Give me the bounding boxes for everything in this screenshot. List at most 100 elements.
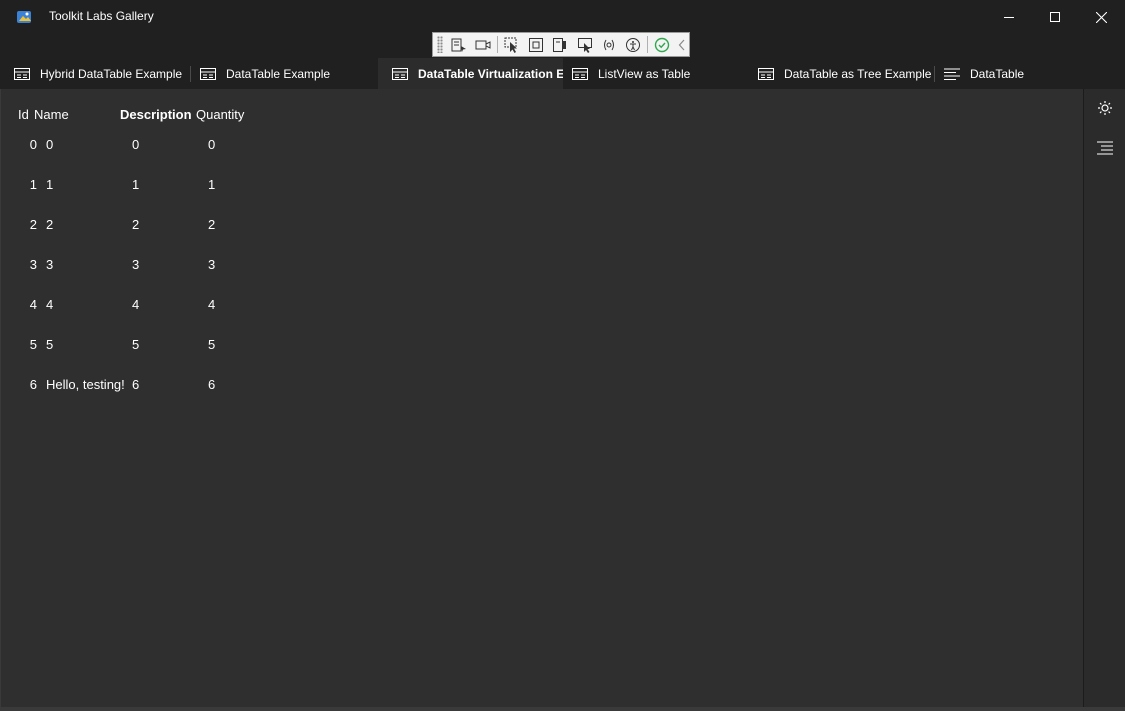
table-icon xyxy=(758,67,774,80)
cell-description: 0 xyxy=(132,137,140,152)
table-row[interactable]: 0 0 0 0 xyxy=(1,137,401,157)
tab-listview-as-table[interactable]: ListView as Table xyxy=(558,58,748,89)
tab-hybrid-datatable-example[interactable]: Hybrid DataTable Example xyxy=(0,58,190,89)
table-icon xyxy=(200,67,216,80)
table-icon xyxy=(14,67,30,80)
cell-quantity: 5 xyxy=(208,337,216,352)
cell-description: 3 xyxy=(132,257,140,272)
sample-content-area: Id Name Description Quantity 0 0 0 0 1 1… xyxy=(0,89,1083,711)
collapse-chevron-icon xyxy=(678,39,685,50)
column-header-name[interactable]: Name xyxy=(34,107,69,122)
toolbar-grip-icon[interactable] xyxy=(437,36,443,53)
select-element-icon xyxy=(504,37,517,53)
hot-reload-ok-icon xyxy=(654,37,670,52)
preview-selection-button[interactable] xyxy=(572,34,596,55)
cell-description: 4 xyxy=(132,297,140,312)
cell-id: 2 xyxy=(29,217,37,232)
cell-name: Hello, testing! xyxy=(46,377,125,392)
display-layout-adorners-icon xyxy=(529,37,544,52)
maximize-button[interactable] xyxy=(1032,0,1078,34)
tab-label: DataTable xyxy=(970,66,1025,81)
cell-description: 5 xyxy=(132,337,140,352)
cell-description: 1 xyxy=(132,177,140,192)
window-bottom-edge xyxy=(0,707,1125,711)
cell-name: 5 xyxy=(46,337,54,352)
column-header-id[interactable]: Id xyxy=(18,107,29,122)
cell-name: 0 xyxy=(46,137,54,152)
cell-id: 6 xyxy=(29,377,37,392)
accessibility-icon xyxy=(625,37,640,52)
theme-toggle-icon xyxy=(1098,101,1112,115)
cell-quantity: 6 xyxy=(208,377,216,392)
track-focus-button[interactable] xyxy=(548,34,572,55)
cell-quantity: 2 xyxy=(208,217,216,232)
toolbar-separator xyxy=(647,36,648,53)
tab-label: ListView as Table xyxy=(598,66,691,81)
table-row[interactable]: 5 5 5 5 xyxy=(1,337,401,357)
cell-description: 2 xyxy=(132,217,140,232)
cell-name: 1 xyxy=(46,177,54,192)
tab-divider xyxy=(190,66,191,82)
toc-icon xyxy=(1097,141,1113,155)
cell-quantity: 0 xyxy=(208,137,216,152)
cell-id: 1 xyxy=(29,177,37,192)
text-lines-icon xyxy=(944,68,960,80)
layout-adorners-button[interactable] xyxy=(524,34,548,55)
binding-failures-button[interactable] xyxy=(597,34,621,55)
track-focus-icon xyxy=(553,37,567,52)
cell-name: 2 xyxy=(46,217,54,232)
record-button[interactable] xyxy=(471,34,495,55)
tab-datatable-virtualization-example[interactable]: DataTable Virtualization Ex xyxy=(378,58,563,89)
go-to-live-visual-tree-icon xyxy=(451,38,466,52)
table-row[interactable]: 3 3 3 3 xyxy=(1,257,401,277)
tab-datatable-as-tree-example[interactable]: DataTable as Tree Example xyxy=(744,58,934,89)
table-icon xyxy=(392,67,408,80)
cell-quantity: 4 xyxy=(208,297,216,312)
app-logo-icon xyxy=(17,11,31,23)
tab-label: Hybrid DataTable Example xyxy=(40,66,183,81)
cell-quantity: 3 xyxy=(208,257,216,272)
table-row[interactable]: 4 4 4 4 xyxy=(1,297,401,317)
toc-button[interactable] xyxy=(1094,137,1116,159)
cell-id: 4 xyxy=(29,297,37,312)
column-header-description[interactable]: Description xyxy=(120,107,192,122)
side-options-pane xyxy=(1083,89,1125,711)
tab-label: DataTable Example xyxy=(226,66,331,81)
column-header-quantity[interactable]: Quantity xyxy=(196,107,244,122)
cell-quantity: 1 xyxy=(208,177,216,192)
live-visual-tree-button[interactable] xyxy=(447,34,471,55)
toolbar-separator xyxy=(496,36,498,53)
select-element-button[interactable] xyxy=(500,34,524,55)
table-row[interactable]: 1 1 1 1 xyxy=(1,177,401,197)
cell-id: 3 xyxy=(29,257,37,272)
hot-reload-status-button[interactable] xyxy=(650,34,674,55)
close-icon xyxy=(1095,11,1107,23)
sample-tab-bar: Hybrid DataTable Example DataTable Examp… xyxy=(0,58,1125,89)
cell-description: 6 xyxy=(132,377,140,392)
table-row[interactable]: 6 Hello, testing! 6 6 xyxy=(1,377,401,397)
minimize-icon xyxy=(1004,17,1014,18)
cell-id: 5 xyxy=(29,337,37,352)
close-button[interactable] xyxy=(1078,0,1124,34)
table-row[interactable]: 2 2 2 2 xyxy=(1,217,401,237)
preview-selection-icon xyxy=(577,37,592,53)
theme-toggle-button[interactable] xyxy=(1094,97,1116,119)
tab-divider xyxy=(934,66,935,82)
minimize-button[interactable] xyxy=(986,0,1032,34)
tab-label: DataTable as Tree Example xyxy=(784,66,932,81)
cell-name: 4 xyxy=(46,297,54,312)
in-app-debug-toolbar xyxy=(432,32,690,57)
tab-datatable[interactable]: DataTable xyxy=(930,58,1070,89)
window-title: Toolkit Labs Gallery xyxy=(49,9,154,23)
maximize-icon xyxy=(1050,12,1060,22)
collapse-toolbar-button[interactable] xyxy=(674,34,689,55)
tab-datatable-example[interactable]: DataTable Example xyxy=(186,58,376,89)
video-icon xyxy=(475,40,491,49)
cell-id: 0 xyxy=(29,137,37,152)
cell-name: 3 xyxy=(46,257,54,272)
binding-failures-icon xyxy=(603,39,614,50)
title-bar: Toolkit Labs Gallery xyxy=(0,0,1125,34)
table-icon xyxy=(572,67,588,80)
tab-label: DataTable Virtualization Ex xyxy=(418,66,563,81)
accessibility-button[interactable] xyxy=(621,34,645,55)
